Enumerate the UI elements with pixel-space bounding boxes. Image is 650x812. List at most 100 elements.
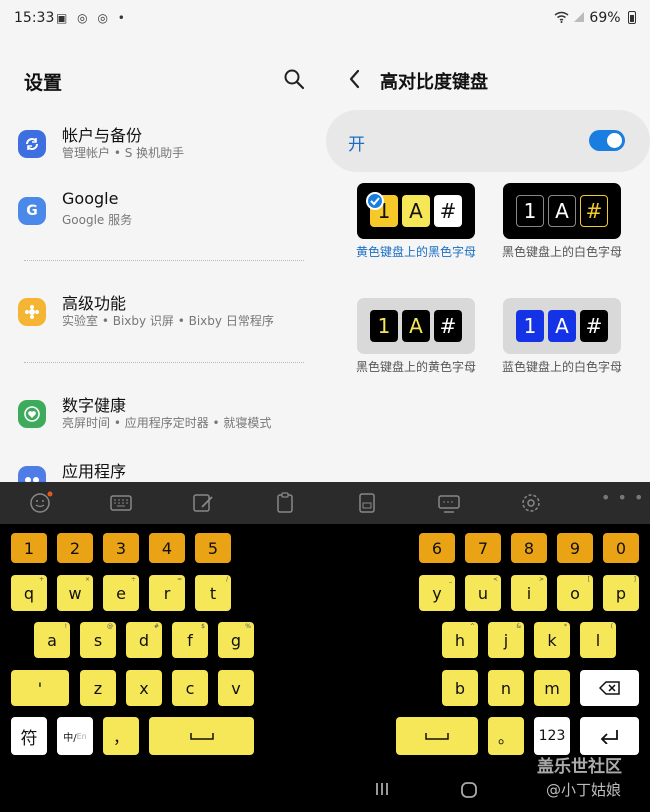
key-hint: + [38, 576, 44, 583]
key[interactable]: r = [149, 575, 185, 611]
floating-keyboard-icon[interactable] [436, 491, 462, 515]
key-label: o [570, 583, 580, 603]
key[interactable]: a! [34, 622, 70, 658]
key[interactable]: y _ [419, 575, 455, 611]
space-key-right[interactable] [396, 717, 478, 755]
key-label: a [47, 630, 57, 650]
key[interactable]: 9 [557, 533, 593, 563]
recent-apps-icon[interactable] [373, 780, 391, 798]
key-label: l [595, 630, 601, 650]
space-key-left[interactable] [149, 717, 254, 755]
key[interactable]: m [534, 670, 570, 706]
key[interactable]: i > [511, 575, 547, 611]
key-label: t [209, 583, 217, 603]
theme-white-on-blue[interactable]: 1 A # [503, 298, 621, 354]
keyboard-toolbar: • • • [0, 482, 650, 524]
more-icon[interactable]: • • • [601, 488, 644, 507]
home-icon[interactable] [459, 780, 479, 800]
status-time: 15:33 [14, 10, 55, 26]
heart-clock-icon [18, 400, 46, 428]
item-subtitle: Google 服务 [62, 213, 133, 227]
key[interactable]: 7 [465, 533, 501, 563]
key[interactable]: ' [11, 670, 69, 706]
key-label: w [68, 583, 82, 603]
theme-caption: 蓝色键盘上的白色字母 [501, 360, 622, 374]
sync-icon [18, 130, 46, 158]
key[interactable]: n [488, 670, 524, 706]
key[interactable]: e ÷ [103, 575, 139, 611]
back-arrow-icon[interactable] [346, 68, 364, 90]
key-hint: % [245, 623, 251, 630]
one-handed-icon[interactable] [354, 491, 380, 515]
master-toggle-row[interactable]: 开 [326, 110, 650, 172]
key[interactable]: c [172, 670, 208, 706]
symbol-key[interactable]: 符 [11, 717, 47, 755]
key[interactable]: o[ [557, 575, 593, 611]
key[interactable]: 3 [103, 533, 139, 563]
key[interactable]: l( [580, 622, 616, 658]
toggle-label: 开 [348, 135, 365, 155]
item-title: Google [62, 189, 119, 208]
key-label: j [503, 630, 509, 650]
key[interactable]: s @ [80, 622, 116, 658]
key[interactable]: b [442, 670, 478, 706]
key[interactable]: j & [488, 622, 524, 658]
theme-yellow-on-black[interactable]: 1 A # [357, 298, 475, 354]
sample-key: # [434, 310, 462, 342]
language-key[interactable]: 中/En [57, 717, 93, 755]
key[interactable]: 0 [603, 533, 639, 563]
key-label: h [454, 630, 466, 650]
numeric-key[interactable]: 123 [534, 717, 570, 755]
clipboard-icon[interactable] [272, 491, 298, 515]
sample-key: # [580, 310, 608, 342]
key[interactable]: h ^ [442, 622, 478, 658]
key-label: u [477, 583, 489, 603]
key[interactable]: 2 [57, 533, 93, 563]
emoji-icon[interactable] [27, 491, 53, 515]
key-hint: [ [587, 576, 590, 583]
keyboard-icon[interactable] [108, 491, 134, 515]
key[interactable]: z [80, 670, 116, 706]
key[interactable]: f $ [172, 622, 208, 658]
key-label: f [187, 630, 193, 650]
sample-key: A [548, 195, 576, 227]
key[interactable]: u < [465, 575, 501, 611]
item-title: 高级功能 [62, 294, 127, 313]
key[interactable]: 8 [511, 533, 547, 563]
key-hint: $ [201, 623, 205, 630]
key[interactable]: v [218, 670, 254, 706]
key[interactable]: d # [126, 622, 162, 658]
search-icon[interactable] [283, 68, 305, 90]
toggle-switch[interactable] [589, 130, 625, 151]
key[interactable]: 1 [11, 533, 47, 563]
key[interactable]: 6 [419, 533, 455, 563]
key[interactable]: p] [603, 575, 639, 611]
theme-caption: 黑色键盘上的黄色字母 [355, 360, 476, 374]
key[interactable]: w × [57, 575, 93, 611]
enter-key[interactable] [580, 717, 639, 755]
key[interactable]: q + [11, 575, 47, 611]
key-sub-label: En [76, 731, 87, 741]
handwriting-icon[interactable] [190, 491, 216, 515]
key[interactable]: t / [195, 575, 231, 611]
item-title: 应用程序 [62, 462, 127, 481]
key-hint: = [176, 576, 182, 583]
key[interactable]: 5 [195, 533, 231, 563]
settings-icon[interactable] [518, 491, 544, 515]
item-title: 数字健康 [62, 396, 127, 415]
battery-percent: 69% [589, 10, 621, 26]
key[interactable]: k * [534, 622, 570, 658]
key[interactable]: g% [218, 622, 254, 658]
key-hint: > [538, 576, 544, 583]
period-key[interactable]: 。 [488, 717, 524, 755]
signal-icon [573, 12, 584, 22]
wifi-icon [554, 11, 568, 23]
watermark-author: @小丁姑娘 [546, 781, 622, 799]
comma-key[interactable]: ， [103, 717, 139, 755]
key-label: y [432, 583, 442, 603]
key-hint: < [492, 576, 498, 583]
backspace-key[interactable] [580, 670, 639, 706]
theme-white-on-black[interactable]: 1 A # [503, 183, 621, 239]
key[interactable]: 4 [149, 533, 185, 563]
key[interactable]: x [126, 670, 162, 706]
